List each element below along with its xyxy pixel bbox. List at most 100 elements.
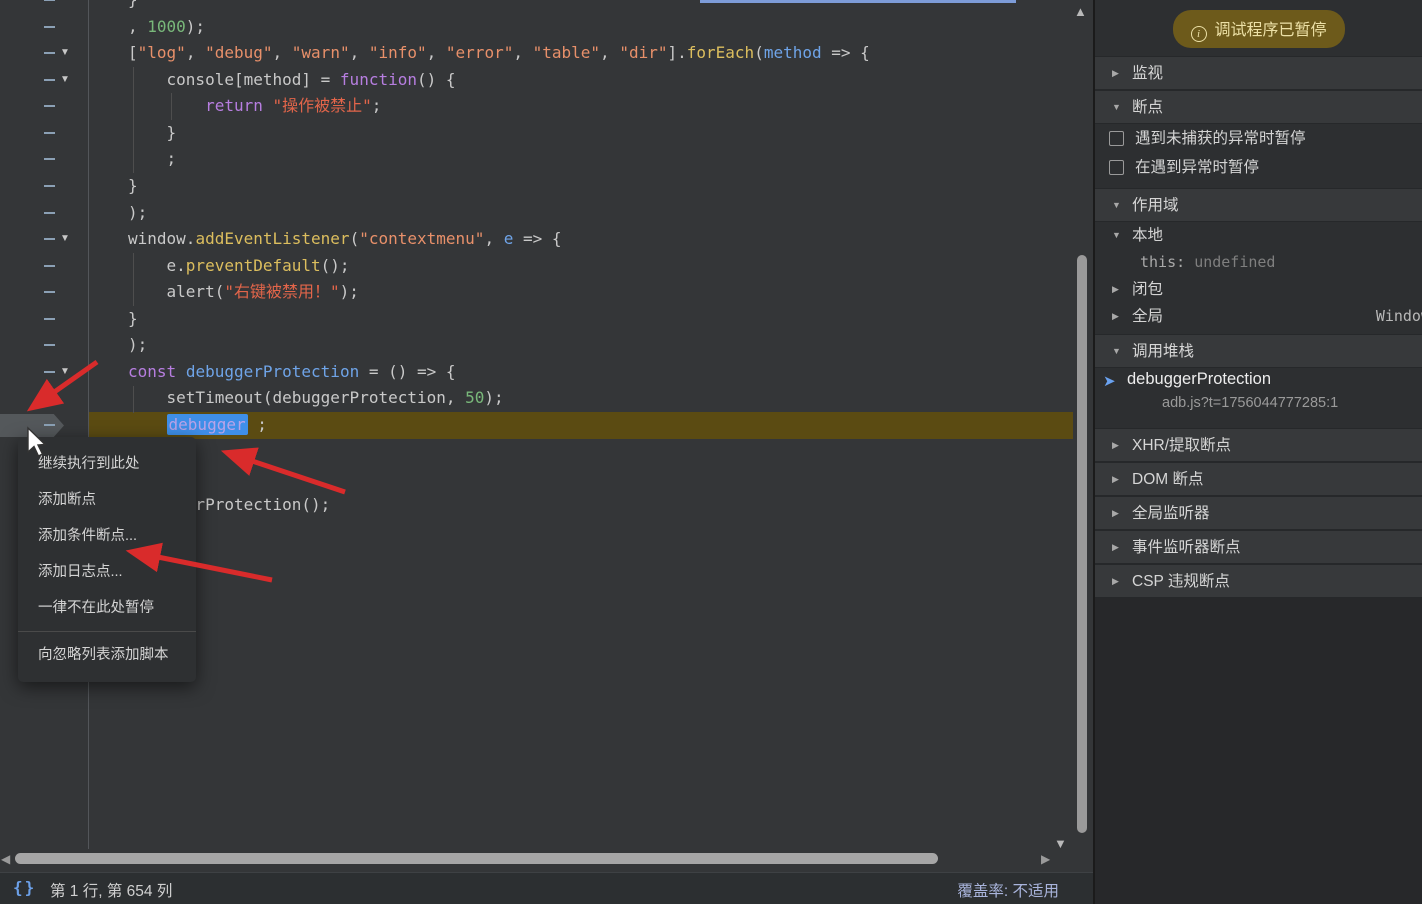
fold-arrow-icon[interactable]: ▼: [60, 40, 70, 67]
code-editor[interactable]: ▼▼▼▼ }, 1000);["log", "debug", "warn", "…: [0, 0, 1093, 849]
scope-variable[interactable]: this: undefined: [1095, 249, 1422, 276]
context-menu-item[interactable]: 一律不在此处暂停: [18, 590, 196, 626]
vscroll-thumb[interactable]: [1077, 255, 1087, 833]
sidebar-section-XHR/提取断点[interactable]: ▶XHR/提取断点: [1095, 428, 1422, 462]
gutter-row[interactable]: [0, 306, 88, 333]
sidebar-section-调用堆栈[interactable]: ▼调用堆栈: [1095, 334, 1422, 368]
gutter-row[interactable]: ▼: [0, 359, 88, 386]
coverage-dash-icon: [44, 52, 55, 54]
checkbox-icon[interactable]: [1109, 160, 1124, 175]
code-line[interactable]: );: [128, 332, 870, 359]
context-menu-item[interactable]: 添加断点: [18, 482, 196, 518]
chevron-right-icon[interactable]: ▶: [1112, 497, 1119, 530]
gutter-row[interactable]: [0, 412, 88, 439]
chevron-right-icon[interactable]: ▶: [1112, 531, 1119, 564]
gutter-row[interactable]: [0, 0, 88, 14]
sidebar-section-作用域[interactable]: ▼作用域: [1095, 188, 1422, 222]
code-line[interactable]: window.addEventListener("contextmenu", e…: [128, 226, 870, 253]
sidebar-section-监视[interactable]: ▶监视: [1095, 56, 1422, 90]
code-line[interactable]: }: [128, 306, 870, 333]
code-line[interactable]: debuggerProtection();: [128, 492, 870, 519]
context-menu-item[interactable]: 添加日志点...: [18, 554, 196, 590]
coverage-label[interactable]: 覆盖率: 不适用: [957, 879, 1059, 901]
fold-arrow-icon[interactable]: ▼: [60, 226, 70, 253]
gutter-row[interactable]: [0, 14, 88, 41]
gutter-row[interactable]: ▼: [0, 226, 88, 253]
code-line[interactable]: ;: [128, 146, 870, 173]
gutter-row[interactable]: [0, 332, 88, 359]
chevron-right-icon[interactable]: ▶: [1112, 303, 1119, 330]
chevron-down-icon[interactable]: ▼: [1112, 189, 1121, 222]
chevron-right-icon[interactable]: ▶: [1112, 565, 1119, 598]
menu-divider: [18, 631, 196, 632]
vscroll-up-arrow[interactable]: ▲: [1074, 4, 1087, 19]
hscroll-left-arrow[interactable]: ◀: [1, 852, 10, 866]
code-line[interactable]: return "操作被禁止";: [128, 93, 870, 120]
chevron-down-icon[interactable]: ▼: [1112, 335, 1121, 368]
gutter-row[interactable]: [0, 200, 88, 227]
coverage-dash-icon: [44, 132, 55, 134]
sidebar-section-DOM 断点[interactable]: ▶DOM 断点: [1095, 462, 1422, 496]
coverage-dash-icon: [44, 265, 55, 267]
chevron-right-icon[interactable]: ▶: [1112, 57, 1119, 90]
gutter-row[interactable]: [0, 146, 88, 173]
code-line[interactable]: e.preventDefault();: [128, 253, 870, 280]
code-line[interactable]: ["log", "debug", "warn", "info", "error"…: [128, 40, 870, 67]
fold-arrow-icon[interactable]: ▼: [60, 359, 70, 386]
scope-tree-item[interactable]: ▶闭包: [1095, 276, 1422, 303]
scope-tree-item[interactable]: ▶全局Window: [1095, 303, 1422, 330]
code-line[interactable]: alert("右键被禁用！");: [128, 279, 870, 306]
context-menu-item[interactable]: 继续执行到此处: [18, 446, 196, 482]
code-line[interactable]: debugger ;: [128, 412, 870, 439]
code-line[interactable]: ;: [128, 465, 870, 492]
breakpoint-checkbox-row[interactable]: 在遇到异常时暂停: [1095, 153, 1422, 182]
code-line[interactable]: setTimeout(debuggerProtection, 50);: [128, 385, 870, 412]
gutter-row[interactable]: [0, 279, 88, 306]
code-line[interactable]: }: [128, 173, 870, 200]
coverage-dash-icon: [44, 344, 55, 346]
code-line[interactable]: console[method] = function() {: [128, 67, 870, 94]
call-stack-frame[interactable]: ➤debuggerProtectionadb.js?t=175604477728…: [1095, 368, 1422, 422]
chevron-right-icon[interactable]: ▶: [1112, 276, 1119, 303]
context-menu-item[interactable]: 向忽略列表添加脚本: [18, 637, 196, 673]
horizontal-scrollbar[interactable]: ◀ ▶: [0, 849, 1093, 872]
gutter-row[interactable]: [0, 385, 88, 412]
code-lines[interactable]: }, 1000);["log", "debug", "warn", "info"…: [128, 0, 870, 518]
code-line[interactable]: }: [128, 120, 870, 147]
code-line[interactable]: }: [128, 0, 870, 14]
hscroll-thumb[interactable]: [15, 853, 938, 864]
coverage-dash-icon: [44, 371, 55, 373]
context-menu-item[interactable]: 添加条件断点...: [18, 518, 196, 554]
hscroll-right-arrow[interactable]: ▶: [1041, 852, 1050, 866]
gutter-row[interactable]: [0, 173, 88, 200]
gutter-row[interactable]: ▼: [0, 67, 88, 94]
checkbox-icon[interactable]: [1109, 131, 1124, 146]
sidebar-section-断点[interactable]: ▼断点: [1095, 90, 1422, 124]
chevron-right-icon[interactable]: ▶: [1112, 429, 1119, 462]
sidebar-section-全局监听器[interactable]: ▶全局监听器: [1095, 496, 1422, 530]
code-line[interactable]: }: [128, 439, 870, 466]
badge-area: i调试程序已暂停: [1095, 0, 1422, 56]
pretty-print-button[interactable]: {}: [13, 878, 36, 897]
gutter-row[interactable]: [0, 253, 88, 280]
paused-badge-label: 调试程序已暂停: [1214, 22, 1326, 39]
coverage-dash-icon: [44, 0, 55, 1]
fold-arrow-icon[interactable]: ▼: [60, 67, 70, 94]
chevron-right-icon[interactable]: ▶: [1112, 463, 1119, 496]
sidebar-section-CSP 违规断点[interactable]: ▶CSP 违规断点: [1095, 564, 1422, 598]
gutter-row[interactable]: [0, 93, 88, 120]
gutter-row[interactable]: ▼: [0, 40, 88, 67]
gutter-row[interactable]: [0, 120, 88, 147]
context-menu: 继续执行到此处添加断点添加条件断点...添加日志点...一律不在此处暂停向忽略列…: [18, 437, 196, 682]
code-line[interactable]: );: [128, 200, 870, 227]
chevron-down-icon[interactable]: ▼: [1112, 91, 1121, 124]
breakpoint-checkbox-row[interactable]: 遇到未捕获的异常时暂停: [1095, 124, 1422, 153]
scope-tree-item[interactable]: ▼本地: [1095, 222, 1422, 249]
code-line[interactable]: const debuggerProtection = () => {: [128, 359, 870, 386]
chevron-down-icon[interactable]: ▼: [1112, 222, 1121, 249]
vscroll-down-arrow[interactable]: ▼: [1054, 836, 1067, 849]
coverage-dash-icon: [44, 105, 55, 107]
sidebar-section-事件监听器断点[interactable]: ▶事件监听器断点: [1095, 530, 1422, 564]
code-line[interactable]: , 1000);: [128, 14, 870, 41]
debugger-sidebar: i调试程序已暂停 ▶监视▼断点遇到未捕获的异常时暂停在遇到异常时暂停 ▼作用域▼本…: [1093, 0, 1422, 904]
